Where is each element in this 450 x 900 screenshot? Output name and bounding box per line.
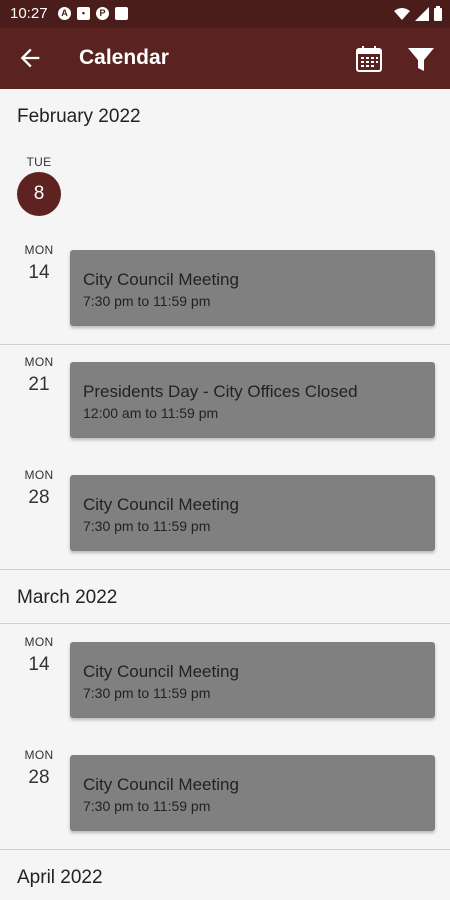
- signal-icon: [415, 6, 429, 21]
- back-arrow-icon[interactable]: [16, 44, 44, 72]
- event-weekday: MON: [24, 243, 54, 257]
- event-day: 14: [28, 654, 50, 675]
- event-weekday: MON: [24, 355, 54, 369]
- filter-icon[interactable]: [405, 44, 437, 74]
- divider: [0, 623, 450, 624]
- notification-icons: A ▪ P: [58, 7, 128, 20]
- event-title: City Council Meeting: [83, 662, 239, 681]
- battery-icon: [434, 6, 442, 21]
- notification-news-icon: ▪: [77, 7, 90, 20]
- divider: [0, 569, 450, 570]
- app-bar: Calendar: [0, 28, 450, 89]
- status-time: 10:27: [10, 5, 48, 22]
- today-weekday: TUE: [26, 155, 52, 169]
- event-time: 7:30 pm to 11:59 pm: [83, 798, 211, 814]
- sd-card-icon: [115, 7, 128, 20]
- month-header: March 2022: [17, 587, 118, 608]
- month-header: February 2022: [17, 106, 141, 127]
- event-day: 28: [28, 767, 50, 788]
- event-weekday: MON: [24, 468, 54, 482]
- event-title: City Council Meeting: [83, 270, 239, 289]
- divider: [0, 849, 450, 850]
- event-day: 28: [28, 487, 50, 508]
- event-time: 7:30 pm to 11:59 pm: [83, 685, 211, 701]
- event-card[interactable]: Presidents Day - City Offices Closed 12:…: [70, 362, 435, 438]
- event-title: City Council Meeting: [83, 495, 239, 514]
- event-time: 7:30 pm to 11:59 pm: [83, 293, 211, 309]
- divider: [0, 344, 450, 345]
- notification-a-icon: A: [58, 7, 71, 20]
- calendar-icon[interactable]: [354, 44, 384, 74]
- status-bar: 10:27 A ▪ P: [0, 0, 450, 28]
- wifi-icon: [394, 7, 410, 20]
- event-day: 21: [28, 374, 50, 395]
- event-card[interactable]: City Council Meeting 7:30 pm to 11:59 pm: [70, 755, 435, 831]
- page-title: Calendar: [79, 46, 169, 69]
- event-weekday: MON: [24, 635, 54, 649]
- event-card[interactable]: City Council Meeting 7:30 pm to 11:59 pm: [70, 250, 435, 326]
- event-day: 14: [28, 262, 50, 283]
- event-time: 7:30 pm to 11:59 pm: [83, 518, 211, 534]
- event-time: 12:00 am to 11:59 pm: [83, 405, 219, 421]
- system-icons: [394, 6, 442, 21]
- event-title: City Council Meeting: [83, 775, 239, 794]
- event-card[interactable]: City Council Meeting 7:30 pm to 11:59 pm: [70, 642, 435, 718]
- event-card[interactable]: City Council Meeting 7:30 pm to 11:59 pm: [70, 475, 435, 551]
- today-date-circle[interactable]: 8: [17, 172, 61, 216]
- month-header: April 2022: [17, 867, 103, 888]
- event-title: Presidents Day - City Offices Closed: [83, 382, 358, 401]
- event-weekday: MON: [24, 748, 54, 762]
- notification-p-icon: P: [96, 7, 109, 20]
